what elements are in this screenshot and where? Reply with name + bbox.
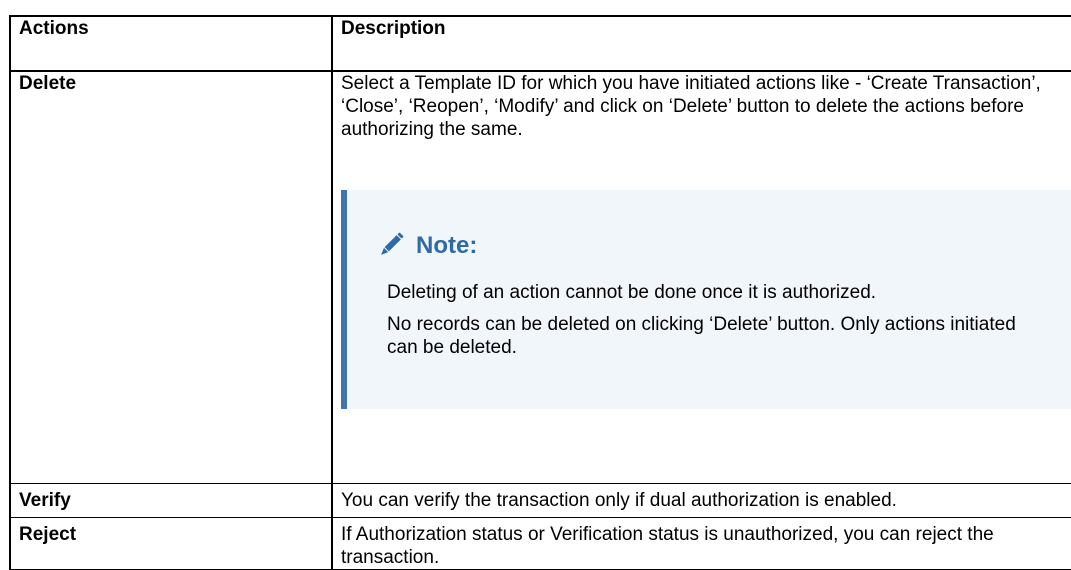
action-cell-delete: Delete xyxy=(9,70,333,484)
note-header: Note: xyxy=(376,230,1071,260)
description-text: Select a Template ID for which you have … xyxy=(341,73,1041,140)
action-cell-verify: Verify xyxy=(9,482,333,518)
note-line: Deleting of an action cannot be done onc… xyxy=(387,282,877,303)
actions-table: Actions Description Delete Select a Temp… xyxy=(9,15,1071,570)
action-cell-reject: Reject xyxy=(9,516,333,570)
note-title: Note: xyxy=(416,231,478,259)
header-description: Description xyxy=(331,15,1071,72)
pencil-icon xyxy=(376,230,406,260)
table-row: Delete Select a Template ID for which yo… xyxy=(9,70,1071,484)
table-row: Verify You can verify the transaction on… xyxy=(9,482,1071,518)
header-actions: Actions xyxy=(9,15,333,72)
description-cell-verify: You can verify the transaction only if d… xyxy=(331,482,1071,518)
description-cell-delete: Select a Template ID for which you have … xyxy=(331,70,1071,484)
table-row: Reject If Authorization status or Verifi… xyxy=(9,516,1071,570)
table-header-row: Actions Description xyxy=(9,15,1071,72)
description-cell-reject: If Authorization status or Verification … xyxy=(331,516,1071,570)
note-box: Note: Deleting of an action cannot be do… xyxy=(341,190,1071,409)
note-body: Deleting of an action cannot be done onc… xyxy=(376,281,1071,359)
note-line: No records can be deleted on clicking ‘D… xyxy=(387,314,1016,358)
